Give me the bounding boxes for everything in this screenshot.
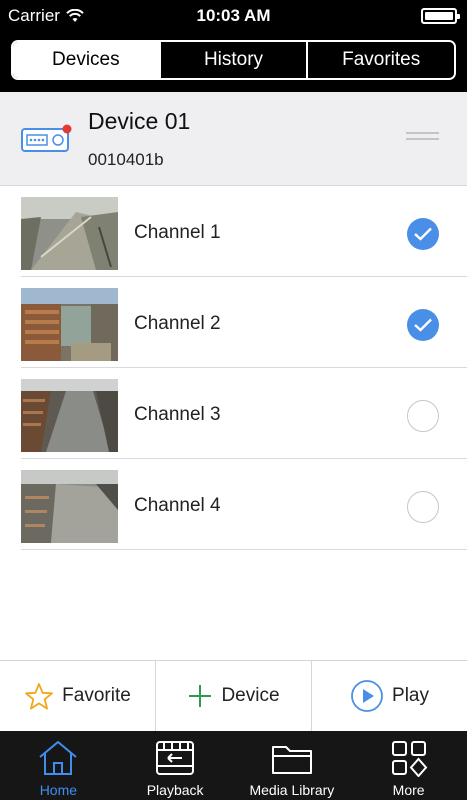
add-device-button[interactable]: Device <box>155 661 311 731</box>
segmented-control: Devices History Favorites <box>11 40 456 80</box>
channel-row[interactable]: Channel 4 <box>21 459 467 550</box>
channel-checkbox[interactable] <box>407 400 439 432</box>
channel-label: Channel 1 <box>134 222 221 243</box>
checkmark-icon <box>414 227 432 241</box>
tab-bar: Home Playback Media Library More <box>0 731 467 800</box>
channel-label: Channel 4 <box>134 495 221 516</box>
tab-favorites[interactable]: Favorites <box>306 42 454 78</box>
clock: 10:03 AM <box>196 6 271 25</box>
channel-checkbox[interactable] <box>407 218 439 250</box>
favorite-label: Favorite <box>62 685 131 706</box>
battery-icon <box>421 8 460 24</box>
device-name: Device 01 <box>88 108 191 134</box>
playback-icon <box>156 741 195 775</box>
plus-icon <box>189 685 212 707</box>
channel-checkbox[interactable] <box>407 309 439 341</box>
action-bar: Favorite Device Play <box>0 660 467 731</box>
channel-thumbnail <box>21 379 118 452</box>
channel-thumbnail <box>21 470 118 543</box>
channel-row[interactable]: Channel 1 <box>21 186 467 277</box>
play-icon <box>351 680 383 712</box>
home-icon <box>39 741 78 775</box>
folder-icon <box>271 746 312 774</box>
tab-playback[interactable]: Playback <box>117 731 234 800</box>
channel-label: Channel 3 <box>134 404 221 425</box>
star-icon <box>25 682 54 710</box>
channel-row[interactable]: Channel 3 <box>21 368 467 459</box>
device-id: 0010401b <box>88 150 164 169</box>
tab-more[interactable]: More <box>350 731 467 800</box>
tab-home[interactable]: Home <box>0 731 117 800</box>
play-button[interactable]: Play <box>311 661 467 731</box>
play-label: Play <box>392 685 429 706</box>
tab-media-library[interactable]: Media Library <box>234 731 351 800</box>
channel-list: Channel 1 Channel 2 Channel 3 Channel 4 <box>0 186 467 660</box>
drag-handle-icon[interactable] <box>406 132 439 144</box>
favorite-button[interactable]: Favorite <box>0 661 155 731</box>
tab-label: Media Library <box>249 782 335 798</box>
status-bar: Carrier 10:03 AM <box>0 0 467 32</box>
tab-label: Home <box>39 782 78 798</box>
channel-checkbox[interactable] <box>407 491 439 523</box>
dvr-device-icon <box>21 124 72 152</box>
more-grid-icon <box>391 741 427 777</box>
tab-label: Playback <box>146 782 204 798</box>
tab-devices[interactable]: Devices <box>13 42 159 78</box>
device-label: Device <box>221 685 280 706</box>
device-row[interactable]: Device 01 0010401b <box>0 92 467 186</box>
channel-label: Channel 2 <box>134 313 221 334</box>
channel-thumbnail <box>21 288 118 361</box>
channel-row[interactable]: Channel 2 <box>21 277 467 368</box>
header: Carrier 10:03 AM Devices History Favorit… <box>0 0 467 92</box>
tab-label: More <box>392 782 425 798</box>
tab-history[interactable]: History <box>158 42 307 78</box>
channel-thumbnail <box>21 197 118 270</box>
checkmark-icon <box>414 318 432 332</box>
